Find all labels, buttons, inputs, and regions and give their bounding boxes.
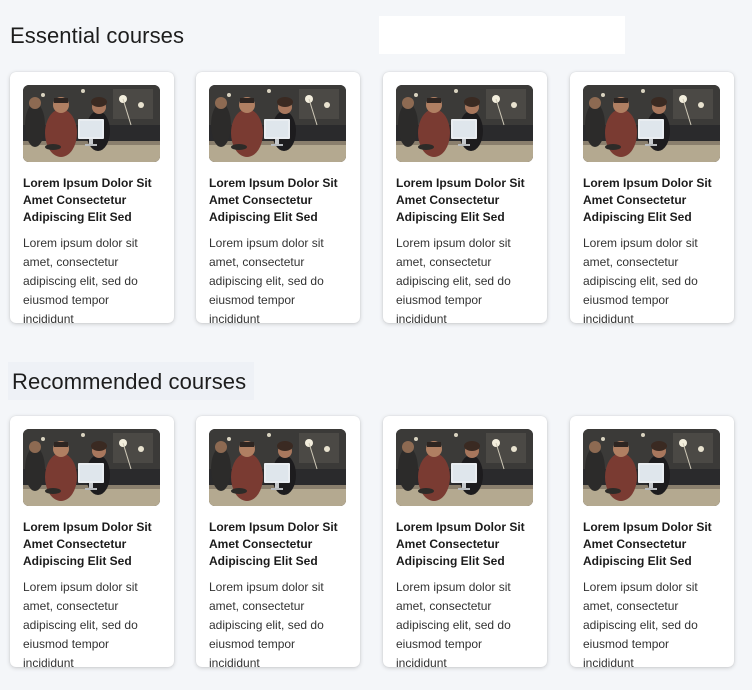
course-thumbnail-image[interactable] — [396, 85, 533, 162]
course-description: Lorem ipsum dolor sit amet, consectetur … — [583, 236, 698, 326]
course-card[interactable]: Lorem Ipsum Dolor Sit Amet Consectetur A… — [10, 416, 174, 670]
course-title[interactable]: Lorem Ipsum Dolor Sit Amet Consectetur A… — [583, 519, 721, 570]
course-card[interactable]: Lorem Ipsum Dolor Sit Amet Consectetur A… — [10, 72, 174, 326]
section-title-essential: Essential courses — [10, 23, 185, 48]
course-title[interactable]: Lorem Ipsum Dolor Sit Amet Consectetur A… — [396, 175, 534, 226]
course-card[interactable]: Lorem Ipsum Dolor Sit Amet Consectetur A… — [570, 416, 734, 670]
blank-banner — [379, 16, 625, 54]
course-title[interactable]: Lorem Ipsum Dolor Sit Amet Consectetur A… — [209, 175, 347, 226]
course-description: Lorem ipsum dolor sit amet, consectetur … — [23, 236, 138, 326]
course-description: Lorem ipsum dolor sit amet, consectetur … — [396, 580, 511, 670]
course-thumbnail-image[interactable] — [23, 85, 160, 162]
course-thumbnail-image[interactable] — [583, 429, 720, 506]
course-description: Lorem ipsum dolor sit amet, consectetur … — [23, 580, 138, 670]
course-thumbnail-image[interactable] — [23, 429, 160, 506]
course-title[interactable]: Lorem Ipsum Dolor Sit Amet Consectetur A… — [583, 175, 721, 226]
course-card[interactable]: Lorem Ipsum Dolor Sit Amet Consectetur A… — [196, 416, 360, 670]
course-card[interactable]: Lorem Ipsum Dolor Sit Amet Consectetur A… — [570, 72, 734, 326]
course-page: Essential courses Lorem Ipsum Dolor Sit … — [0, 0, 752, 690]
course-card[interactable]: Lorem Ipsum Dolor Sit Amet Consectetur A… — [383, 72, 547, 326]
course-thumbnail-image[interactable] — [396, 429, 533, 506]
course-thumbnail-image[interactable] — [209, 429, 346, 506]
course-card[interactable]: Lorem Ipsum Dolor Sit Amet Consectetur A… — [196, 72, 360, 326]
course-description: Lorem ipsum dolor sit amet, consectetur … — [583, 580, 698, 670]
course-title[interactable]: Lorem Ipsum Dolor Sit Amet Consectetur A… — [396, 519, 534, 570]
course-title[interactable]: Lorem Ipsum Dolor Sit Amet Consectetur A… — [209, 519, 347, 570]
course-thumbnail-image[interactable] — [583, 85, 720, 162]
section-title-recommended: Recommended courses — [8, 362, 254, 400]
course-description: Lorem ipsum dolor sit amet, consectetur … — [209, 236, 324, 326]
course-description: Lorem ipsum dolor sit amet, consectetur … — [396, 236, 511, 326]
course-thumbnail-image[interactable] — [209, 85, 346, 162]
course-card[interactable]: Lorem Ipsum Dolor Sit Amet Consectetur A… — [383, 416, 547, 670]
course-title[interactable]: Lorem Ipsum Dolor Sit Amet Consectetur A… — [23, 175, 161, 226]
course-title[interactable]: Lorem Ipsum Dolor Sit Amet Consectetur A… — [23, 519, 161, 570]
course-description: Lorem ipsum dolor sit amet, consectetur … — [209, 580, 324, 670]
recommended-courses-row: Lorem Ipsum Dolor Sit Amet Consectetur A… — [0, 416, 752, 670]
essential-courses-row: Lorem Ipsum Dolor Sit Amet Consectetur A… — [0, 72, 752, 326]
